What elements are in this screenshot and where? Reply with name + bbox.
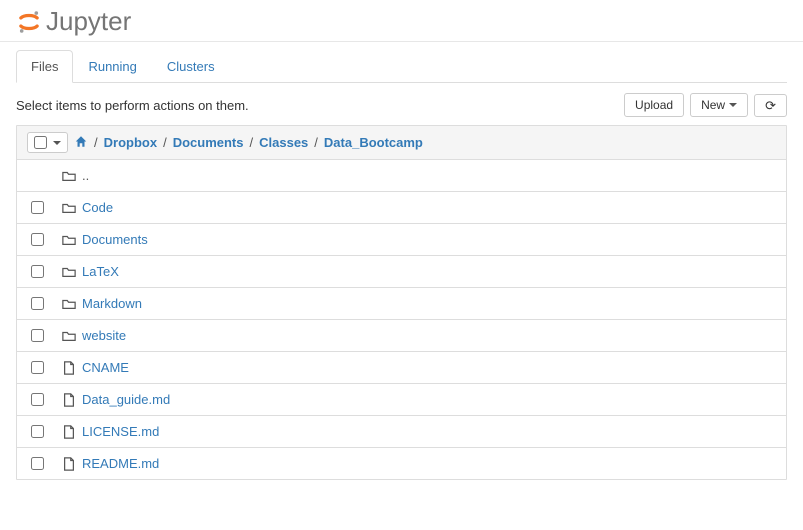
file-icon: [62, 457, 76, 471]
list-item: ..: [17, 160, 786, 192]
toolbar-row: Select items to perform actions on them.…: [16, 93, 787, 117]
list-item: Data_guide.md: [17, 384, 786, 416]
item-name[interactable]: LaTeX: [82, 264, 119, 279]
item-name[interactable]: LICENSE.md: [82, 424, 159, 439]
list-item: LICENSE.md: [17, 416, 786, 448]
select-all-checkbox[interactable]: [34, 136, 47, 149]
row-checkbox[interactable]: [31, 233, 44, 246]
brand-text: Jupyter: [46, 6, 131, 37]
toolbar-actions: Upload New ⟳: [624, 93, 787, 117]
list-item: README.md: [17, 448, 786, 479]
select-all-dropdown[interactable]: [27, 132, 68, 153]
row-checkbox[interactable]: [31, 425, 44, 438]
row-checkbox[interactable]: [31, 297, 44, 310]
tab-bar: FilesRunningClusters: [16, 50, 787, 83]
list-item: Markdown: [17, 288, 786, 320]
breadcrumb-segment[interactable]: Classes: [259, 135, 308, 150]
item-name[interactable]: CNAME: [82, 360, 129, 375]
app-header: Jupyter: [0, 0, 803, 42]
row-checkbox[interactable]: [31, 361, 44, 374]
caret-down-icon: [729, 103, 737, 107]
breadcrumb-segment[interactable]: Data_Bootcamp: [324, 135, 423, 150]
file-icon: [62, 425, 76, 439]
refresh-icon: ⟳: [765, 99, 776, 112]
breadcrumb-segment[interactable]: Documents: [173, 135, 244, 150]
tab-running[interactable]: Running: [73, 50, 151, 82]
folder-icon: [62, 201, 76, 215]
row-checkbox[interactable]: [31, 201, 44, 214]
folder-icon: [62, 169, 76, 183]
folder-icon: [62, 297, 76, 311]
upload-button[interactable]: Upload: [624, 93, 684, 117]
home-icon: [74, 135, 88, 148]
tab-files[interactable]: Files: [16, 50, 73, 83]
row-checkbox[interactable]: [31, 265, 44, 278]
breadcrumb-segment[interactable]: Dropbox: [104, 135, 157, 150]
refresh-button[interactable]: ⟳: [754, 94, 787, 117]
breadcrumb-separator: /: [250, 135, 254, 150]
row-checkbox[interactable]: [31, 329, 44, 342]
list-item: website: [17, 320, 786, 352]
item-name[interactable]: ..: [82, 168, 89, 183]
list-item: Documents: [17, 224, 786, 256]
file-icon: [62, 361, 76, 375]
item-name[interactable]: README.md: [82, 456, 159, 471]
item-name[interactable]: Markdown: [82, 296, 142, 311]
folder-icon: [62, 329, 76, 343]
file-list: / Dropbox / Documents / Classes / Data_Bootcamp…: [16, 125, 787, 480]
item-name[interactable]: Documents: [82, 232, 148, 247]
breadcrumb-home[interactable]: [74, 135, 88, 151]
row-checkbox[interactable]: [31, 457, 44, 470]
item-name[interactable]: website: [82, 328, 126, 343]
tab-clusters[interactable]: Clusters: [152, 50, 230, 82]
list-item: LaTeX: [17, 256, 786, 288]
breadcrumb-separator: /: [314, 135, 318, 150]
folder-icon: [62, 265, 76, 279]
file-icon: [62, 393, 76, 407]
jupyter-icon: [16, 9, 42, 35]
list-header: / Dropbox / Documents / Classes / Data_Bootcamp: [17, 126, 786, 160]
new-button[interactable]: New: [690, 93, 748, 117]
item-name[interactable]: Code: [82, 200, 113, 215]
breadcrumb-separator: /: [163, 135, 167, 150]
row-checkbox[interactable]: [31, 393, 44, 406]
caret-down-icon: [53, 141, 61, 145]
breadcrumb: / Dropbox / Documents / Classes / Data_Bootcamp: [74, 135, 423, 151]
jupyter-logo[interactable]: Jupyter: [16, 6, 787, 37]
list-item: Code: [17, 192, 786, 224]
item-name[interactable]: Data_guide.md: [82, 392, 170, 407]
folder-icon: [62, 233, 76, 247]
breadcrumb-separator: /: [94, 135, 98, 150]
list-item: CNAME: [17, 352, 786, 384]
selection-hint: Select items to perform actions on them.: [16, 98, 249, 113]
